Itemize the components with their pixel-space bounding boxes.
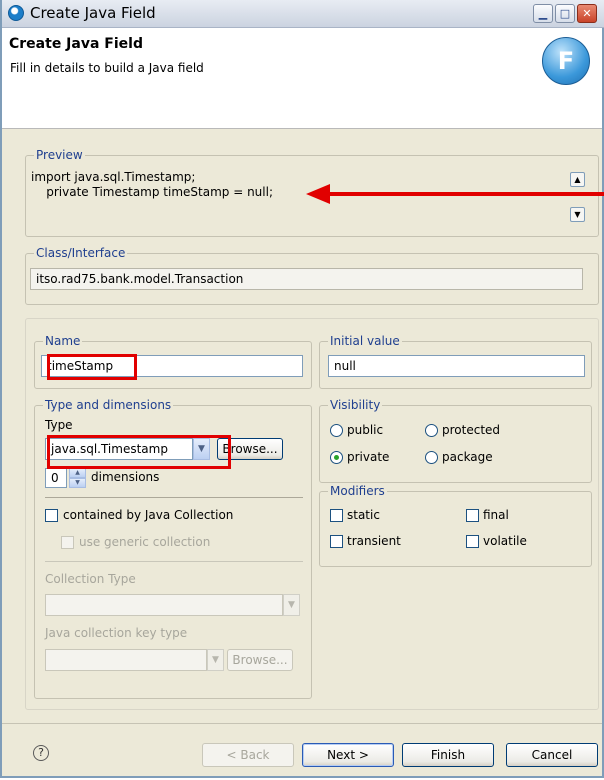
minimize-button[interactable]: ▁ xyxy=(533,4,553,23)
collection-type-label: Collection Type xyxy=(45,572,136,586)
modifier-static-checkbox[interactable] xyxy=(330,509,343,522)
type-dropdown-chevron-icon[interactable]: ▼ xyxy=(193,438,210,460)
maximize-button[interactable]: □ xyxy=(555,4,575,23)
type-dimensions-legend: Type and dimensions xyxy=(43,398,174,412)
generic-checkbox[interactable] xyxy=(61,536,74,549)
name-field[interactable]: timeStamp xyxy=(41,355,303,377)
class-interface-field: itso.rad75.bank.model.Transaction xyxy=(30,268,583,290)
visibility-private-label: private xyxy=(347,450,390,464)
dimensions-down-icon[interactable]: ▼ xyxy=(69,478,86,488)
visibility-legend: Visibility xyxy=(328,398,383,412)
wizard-header: Create Java Field Fill in details to bui… xyxy=(2,28,602,129)
preview-line-1: import java.sql.Timestamp; xyxy=(31,170,196,184)
cancel-button[interactable]: Cancel xyxy=(506,743,598,767)
class-interface-group: Class/Interface itso.rad75.bank.model.Tr… xyxy=(25,246,599,305)
dimensions-label: dimensions xyxy=(91,470,160,484)
visibility-group: Visibility public protected private pack… xyxy=(319,398,592,483)
key-type-combo[interactable] xyxy=(45,649,207,671)
class-interface-legend: Class/Interface xyxy=(34,246,128,260)
modifier-final-label: final xyxy=(483,508,509,522)
visibility-private-radio[interactable] xyxy=(330,451,343,464)
modifier-volatile-checkbox[interactable] xyxy=(466,535,479,548)
contained-checkbox[interactable] xyxy=(45,509,58,522)
visibility-protected-label: protected xyxy=(442,423,501,437)
type-browse-button[interactable]: Browse... xyxy=(217,438,283,460)
key-type-chevron-icon[interactable]: ▼ xyxy=(207,649,224,671)
visibility-package-label: package xyxy=(442,450,493,464)
separator xyxy=(45,497,303,498)
type-label: Type xyxy=(45,418,73,432)
visibility-protected-radio[interactable] xyxy=(425,424,438,437)
field-details-panel: Name timeStamp Initial value null Type a… xyxy=(25,318,599,710)
visibility-package-radio[interactable] xyxy=(425,451,438,464)
footer-separator xyxy=(2,723,602,724)
modifiers-group: Modifiers static final transient volatil… xyxy=(319,484,592,567)
collection-type-chevron-icon[interactable]: ▼ xyxy=(283,594,300,616)
initial-value-group: Initial value null xyxy=(319,334,592,389)
scroll-down-icon[interactable]: ▼ xyxy=(570,207,585,222)
wizard-subtitle: Fill in details to build a Java field xyxy=(10,61,204,75)
preview-legend: Preview xyxy=(34,148,85,162)
visibility-public-label: public xyxy=(347,423,384,437)
app-icon xyxy=(8,5,24,21)
field-wizard-icon: F xyxy=(542,37,590,85)
next-button[interactable]: Next > xyxy=(302,743,394,767)
name-legend: Name xyxy=(43,334,83,348)
type-combo[interactable]: java.sql.Timestamp xyxy=(45,438,193,460)
dialog-window: Create Java Field ▁ □ ✕ Create Java Fiel… xyxy=(0,0,604,778)
close-button[interactable]: ✕ xyxy=(577,4,597,23)
dimensions-input[interactable]: 0 xyxy=(45,468,67,488)
finish-button[interactable]: Finish xyxy=(402,743,494,767)
wizard-title: Create Java Field xyxy=(9,36,143,52)
modifier-transient-label: transient xyxy=(347,534,401,548)
window-title: Create Java Field xyxy=(30,4,156,22)
key-type-label: Java collection key type xyxy=(45,626,188,640)
title-bar[interactable]: Create Java Field ▁ □ ✕ xyxy=(2,0,604,28)
contained-label: contained by Java Collection xyxy=(63,508,234,522)
preview-line-2: private Timestamp timeStamp = null; xyxy=(31,185,273,199)
collection-type-combo[interactable] xyxy=(45,594,283,616)
initial-value-legend: Initial value xyxy=(328,334,402,348)
separator xyxy=(45,561,303,562)
initial-value-field[interactable]: null xyxy=(328,355,585,377)
type-dimensions-group: Type and dimensions Type java.sql.Timest… xyxy=(34,398,312,699)
generic-label: use generic collection xyxy=(79,535,211,549)
help-icon[interactable]: ? xyxy=(33,745,49,761)
red-arrow-icon xyxy=(306,184,604,204)
modifiers-legend: Modifiers xyxy=(328,484,387,498)
dimensions-up-icon[interactable]: ▲ xyxy=(69,468,86,478)
back-button[interactable]: < Back xyxy=(202,743,294,767)
modifier-static-label: static xyxy=(347,508,380,522)
modifier-transient-checkbox[interactable] xyxy=(330,535,343,548)
name-group: Name timeStamp xyxy=(34,334,312,389)
modifier-volatile-label: volatile xyxy=(483,534,527,548)
key-type-browse-button[interactable]: Browse... xyxy=(227,649,293,671)
modifier-final-checkbox[interactable] xyxy=(466,509,479,522)
visibility-public-radio[interactable] xyxy=(330,424,343,437)
